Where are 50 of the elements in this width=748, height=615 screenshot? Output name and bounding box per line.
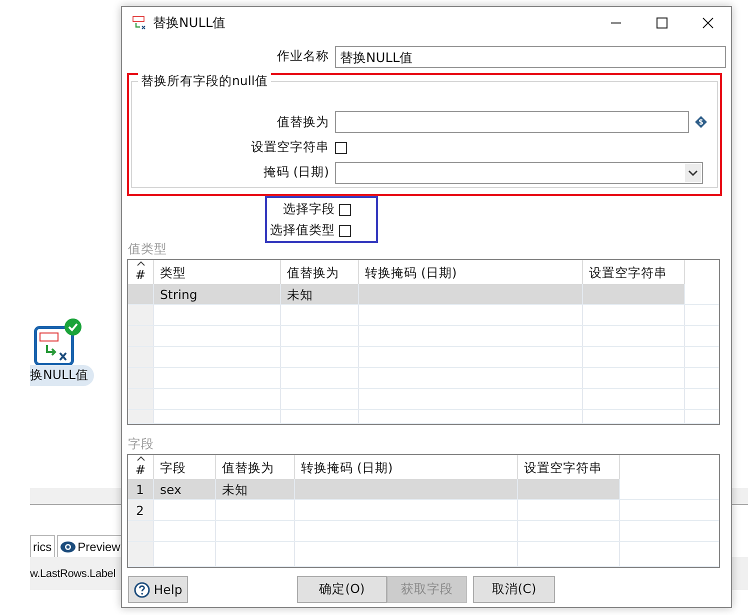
table-cell (154, 542, 216, 567)
sort-caret-icon (136, 261, 144, 266)
window-title: 替换NULL值 (153, 15, 226, 32)
field-label: 值替换为 (276, 114, 330, 130)
panel-tab[interactable]: Preview (56, 535, 124, 557)
table-cell: 未知 (281, 284, 359, 305)
section-label: 字段 (128, 436, 155, 451)
column-header[interactable]: # (135, 267, 146, 282)
maximize-icon (656, 17, 668, 29)
table-cell (154, 521, 216, 542)
null-replace-app-icon (132, 16, 146, 30)
table-cell: sex (154, 479, 216, 500)
field-label: 作业名称 (276, 48, 330, 65)
chevron-down-icon (685, 164, 701, 182)
replace-value-field[interactable] (335, 111, 689, 133)
eye-icon (60, 540, 76, 552)
field-label: 设置空字符串 (250, 139, 330, 156)
help-button[interactable]: Help (128, 576, 188, 603)
row-number (128, 368, 154, 389)
column-header[interactable]: # (135, 462, 146, 477)
panel-text: w.LastRows.Label (30, 568, 116, 580)
table-cell (154, 500, 216, 521)
checkbox-label: 选择值类型 (269, 222, 336, 239)
step-name-field[interactable]: 替换NULL值 (335, 46, 726, 68)
mask-dropdown[interactable] (335, 162, 703, 184)
null-replace-step-icon (34, 326, 74, 366)
row-number (128, 521, 154, 542)
close-icon (702, 17, 714, 29)
question-icon (134, 582, 150, 598)
row-number: 1 (128, 479, 154, 500)
row-number: 2 (128, 500, 154, 521)
row-number (128, 347, 154, 368)
field-label: 掩码 (日期) (262, 164, 330, 181)
row-number (128, 326, 154, 347)
checkbox[interactable] (335, 142, 347, 154)
row-number (128, 305, 154, 326)
section-label: 值类型 (128, 241, 168, 256)
table-cell: String (154, 284, 281, 305)
step-label: 换NULL值 (30, 365, 94, 386)
table-cell: 未知 (216, 479, 295, 500)
dialog-button[interactable]: 确定(O) (297, 576, 387, 603)
panel-tab[interactable]: rics (30, 535, 55, 557)
group-title: 替换所有字段的null值 (138, 73, 271, 90)
sort-caret-icon (136, 456, 144, 461)
checkbox[interactable] (339, 224, 351, 236)
variable-icon (695, 116, 707, 128)
checkbox[interactable] (339, 204, 351, 216)
checkbox-label: 选择字段 (282, 201, 336, 218)
dialog-button[interactable]: 取消(C) (473, 576, 555, 603)
row-number (128, 542, 154, 567)
